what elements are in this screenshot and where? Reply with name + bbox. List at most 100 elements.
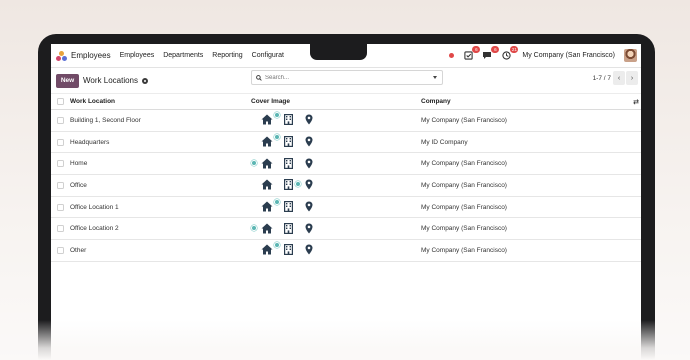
table-row[interactable]: Office Location 2 My Company (San Francis… bbox=[51, 218, 641, 241]
clock-icon[interactable]: 21 bbox=[501, 46, 519, 60]
table-row[interactable]: Headquarters My ID Company bbox=[51, 132, 641, 154]
new-button[interactable]: New bbox=[56, 73, 79, 88]
search-box[interactable] bbox=[251, 70, 443, 85]
company-switcher[interactable]: My Company (San Francisco) bbox=[522, 52, 615, 59]
cover-image-radio[interactable] bbox=[251, 155, 321, 173]
search-icon bbox=[256, 74, 262, 81]
home-icon[interactable] bbox=[261, 244, 273, 255]
cover-image-radio[interactable] bbox=[251, 241, 321, 259]
work-location-name: Home bbox=[70, 160, 88, 168]
messages-badge: 6 bbox=[491, 46, 500, 53]
location-pin-icon[interactable] bbox=[305, 201, 313, 212]
row-checkbox[interactable] bbox=[57, 138, 64, 146]
column-header-company[interactable]: Company bbox=[421, 98, 451, 105]
app-name[interactable]: Employees bbox=[71, 51, 111, 60]
menu-reporting[interactable]: Reporting bbox=[212, 52, 242, 59]
app-screen: Employees Employees Departments Reportin… bbox=[51, 44, 641, 360]
menu-employees[interactable]: Employees bbox=[120, 52, 155, 59]
location-pin-icon[interactable] bbox=[305, 136, 313, 147]
main-menu: Employees Departments Reporting Configur… bbox=[120, 52, 284, 59]
table-row[interactable]: Other My Company (San Francisco) bbox=[51, 240, 641, 262]
pager-value[interactable]: 1-7 / 7 bbox=[593, 75, 611, 82]
home-icon[interactable] bbox=[261, 179, 273, 190]
menu-configuration[interactable]: Configurat bbox=[252, 52, 284, 59]
optional-columns-icon[interactable]: ⇄ bbox=[633, 98, 639, 106]
cover-image-radio[interactable] bbox=[251, 111, 321, 129]
cover-image-radio[interactable] bbox=[251, 176, 321, 194]
location-pin-icon[interactable] bbox=[305, 158, 313, 169]
selected-option-dot-icon[interactable] bbox=[274, 112, 280, 119]
row-checkbox[interactable] bbox=[57, 181, 64, 189]
cover-image-radio[interactable] bbox=[251, 133, 321, 151]
activity-icon[interactable]: 6 bbox=[463, 46, 481, 60]
selected-option-dot-icon[interactable] bbox=[274, 199, 280, 206]
pager-next-button[interactable]: › bbox=[626, 71, 638, 85]
office-icon[interactable] bbox=[284, 136, 294, 148]
pager-previous-button[interactable]: ‹ bbox=[613, 71, 625, 85]
selected-option-dot-icon[interactable] bbox=[274, 134, 280, 141]
table-header: Work Location Cover Image Company ⇄ bbox=[51, 94, 641, 110]
select-all-checkbox[interactable] bbox=[57, 98, 64, 105]
location-pin-icon[interactable] bbox=[305, 244, 313, 255]
table-row[interactable]: Home My Company (San Francisco) bbox=[51, 153, 641, 176]
location-pin-icon[interactable] bbox=[305, 114, 313, 125]
home-icon[interactable] bbox=[261, 114, 273, 125]
systray: 6 6 21 My Company (San Francisco) bbox=[449, 46, 637, 62]
cover-image-radio[interactable] bbox=[251, 220, 321, 238]
home-icon[interactable] bbox=[261, 223, 273, 234]
company-name: My Company (San Francisco) bbox=[421, 225, 507, 233]
company-name: My Company (San Francisco) bbox=[421, 246, 507, 254]
location-pin-icon[interactable] bbox=[305, 223, 313, 234]
cover-image-radio[interactable] bbox=[251, 198, 321, 216]
row-checkbox[interactable] bbox=[57, 246, 64, 254]
pager-buttons: ‹ › bbox=[613, 71, 638, 85]
work-locations-table: Work Location Cover Image Company ⇄ Buil… bbox=[51, 94, 641, 262]
table-row[interactable]: Office My Company (San Francisco) bbox=[51, 175, 641, 197]
office-icon[interactable] bbox=[284, 244, 294, 256]
gear-icon[interactable] bbox=[142, 77, 148, 84]
row-checkbox[interactable] bbox=[57, 116, 64, 124]
column-header-cover-image[interactable]: Cover Image bbox=[251, 98, 321, 105]
work-location-name: Headquarters bbox=[70, 138, 110, 146]
home-icon[interactable] bbox=[261, 158, 273, 169]
table-row[interactable]: Building 1, Second Floor My Company (San … bbox=[51, 110, 641, 132]
breadcrumb: Work Locations bbox=[83, 76, 138, 85]
office-icon[interactable] bbox=[284, 222, 294, 234]
avatar[interactable] bbox=[624, 49, 637, 62]
office-icon[interactable] bbox=[284, 201, 294, 213]
home-icon[interactable] bbox=[261, 136, 273, 147]
camera-notch bbox=[310, 44, 367, 60]
menu-departments[interactable]: Departments bbox=[163, 52, 203, 59]
work-location-name: Building 1, Second Floor bbox=[70, 116, 141, 124]
selected-option-dot-icon[interactable] bbox=[274, 242, 280, 249]
work-location-name: Office bbox=[70, 181, 87, 189]
office-icon[interactable] bbox=[284, 179, 294, 191]
office-icon[interactable] bbox=[284, 157, 294, 169]
status-dot-icon[interactable] bbox=[449, 53, 455, 58]
work-location-name: Office Location 2 bbox=[70, 225, 119, 233]
row-checkbox[interactable] bbox=[57, 203, 64, 211]
work-location-name: Office Location 1 bbox=[70, 203, 119, 211]
selected-option-dot-icon[interactable] bbox=[251, 224, 257, 231]
location-pin-icon[interactable] bbox=[305, 179, 313, 190]
search-dropdown-icon[interactable] bbox=[433, 76, 437, 79]
selected-option-dot-icon[interactable] bbox=[295, 181, 301, 188]
selected-option-dot-icon[interactable] bbox=[251, 159, 257, 166]
messages-icon[interactable]: 6 bbox=[482, 46, 500, 60]
control-panel: New Work Locations 1-7 / 7 ‹ › bbox=[51, 68, 641, 94]
office-icon[interactable] bbox=[284, 114, 294, 126]
search-input[interactable] bbox=[265, 74, 425, 81]
home-icon[interactable] bbox=[261, 201, 273, 212]
work-location-name: Other bbox=[70, 246, 87, 254]
activity-badge: 6 bbox=[472, 46, 481, 53]
table-row[interactable]: Office Location 1 My Company (San Francis… bbox=[51, 197, 641, 219]
app-logo-icon[interactable] bbox=[56, 50, 67, 61]
company-name: My Company (San Francisco) bbox=[421, 203, 507, 211]
company-name: My Company (San Francisco) bbox=[421, 181, 507, 189]
row-checkbox[interactable] bbox=[57, 225, 64, 233]
column-header-work-location[interactable]: Work Location bbox=[70, 98, 115, 105]
clock-badge: 21 bbox=[510, 46, 519, 53]
row-checkbox[interactable] bbox=[57, 160, 64, 168]
company-name: My ID Company bbox=[421, 138, 468, 146]
company-name: My Company (San Francisco) bbox=[421, 160, 507, 168]
